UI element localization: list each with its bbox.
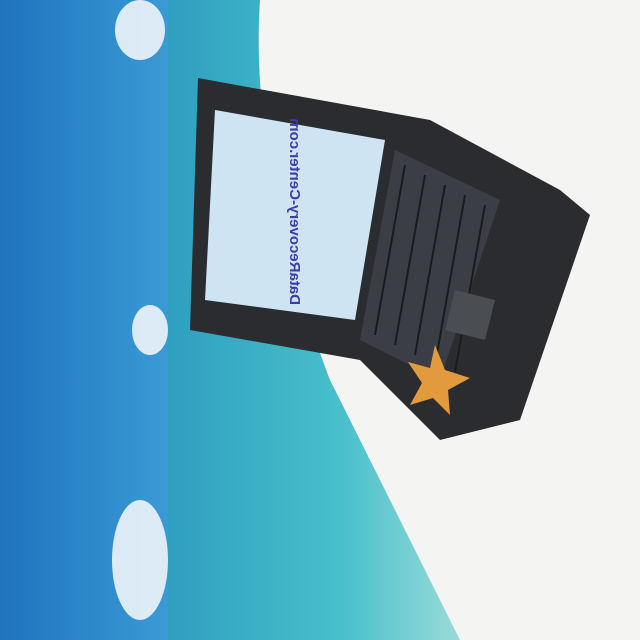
laptop-screen-text: DataRecovery-Center.com (286, 118, 303, 305)
beach-laptop-photo: DataRecovery-Center.com (0, 0, 640, 640)
